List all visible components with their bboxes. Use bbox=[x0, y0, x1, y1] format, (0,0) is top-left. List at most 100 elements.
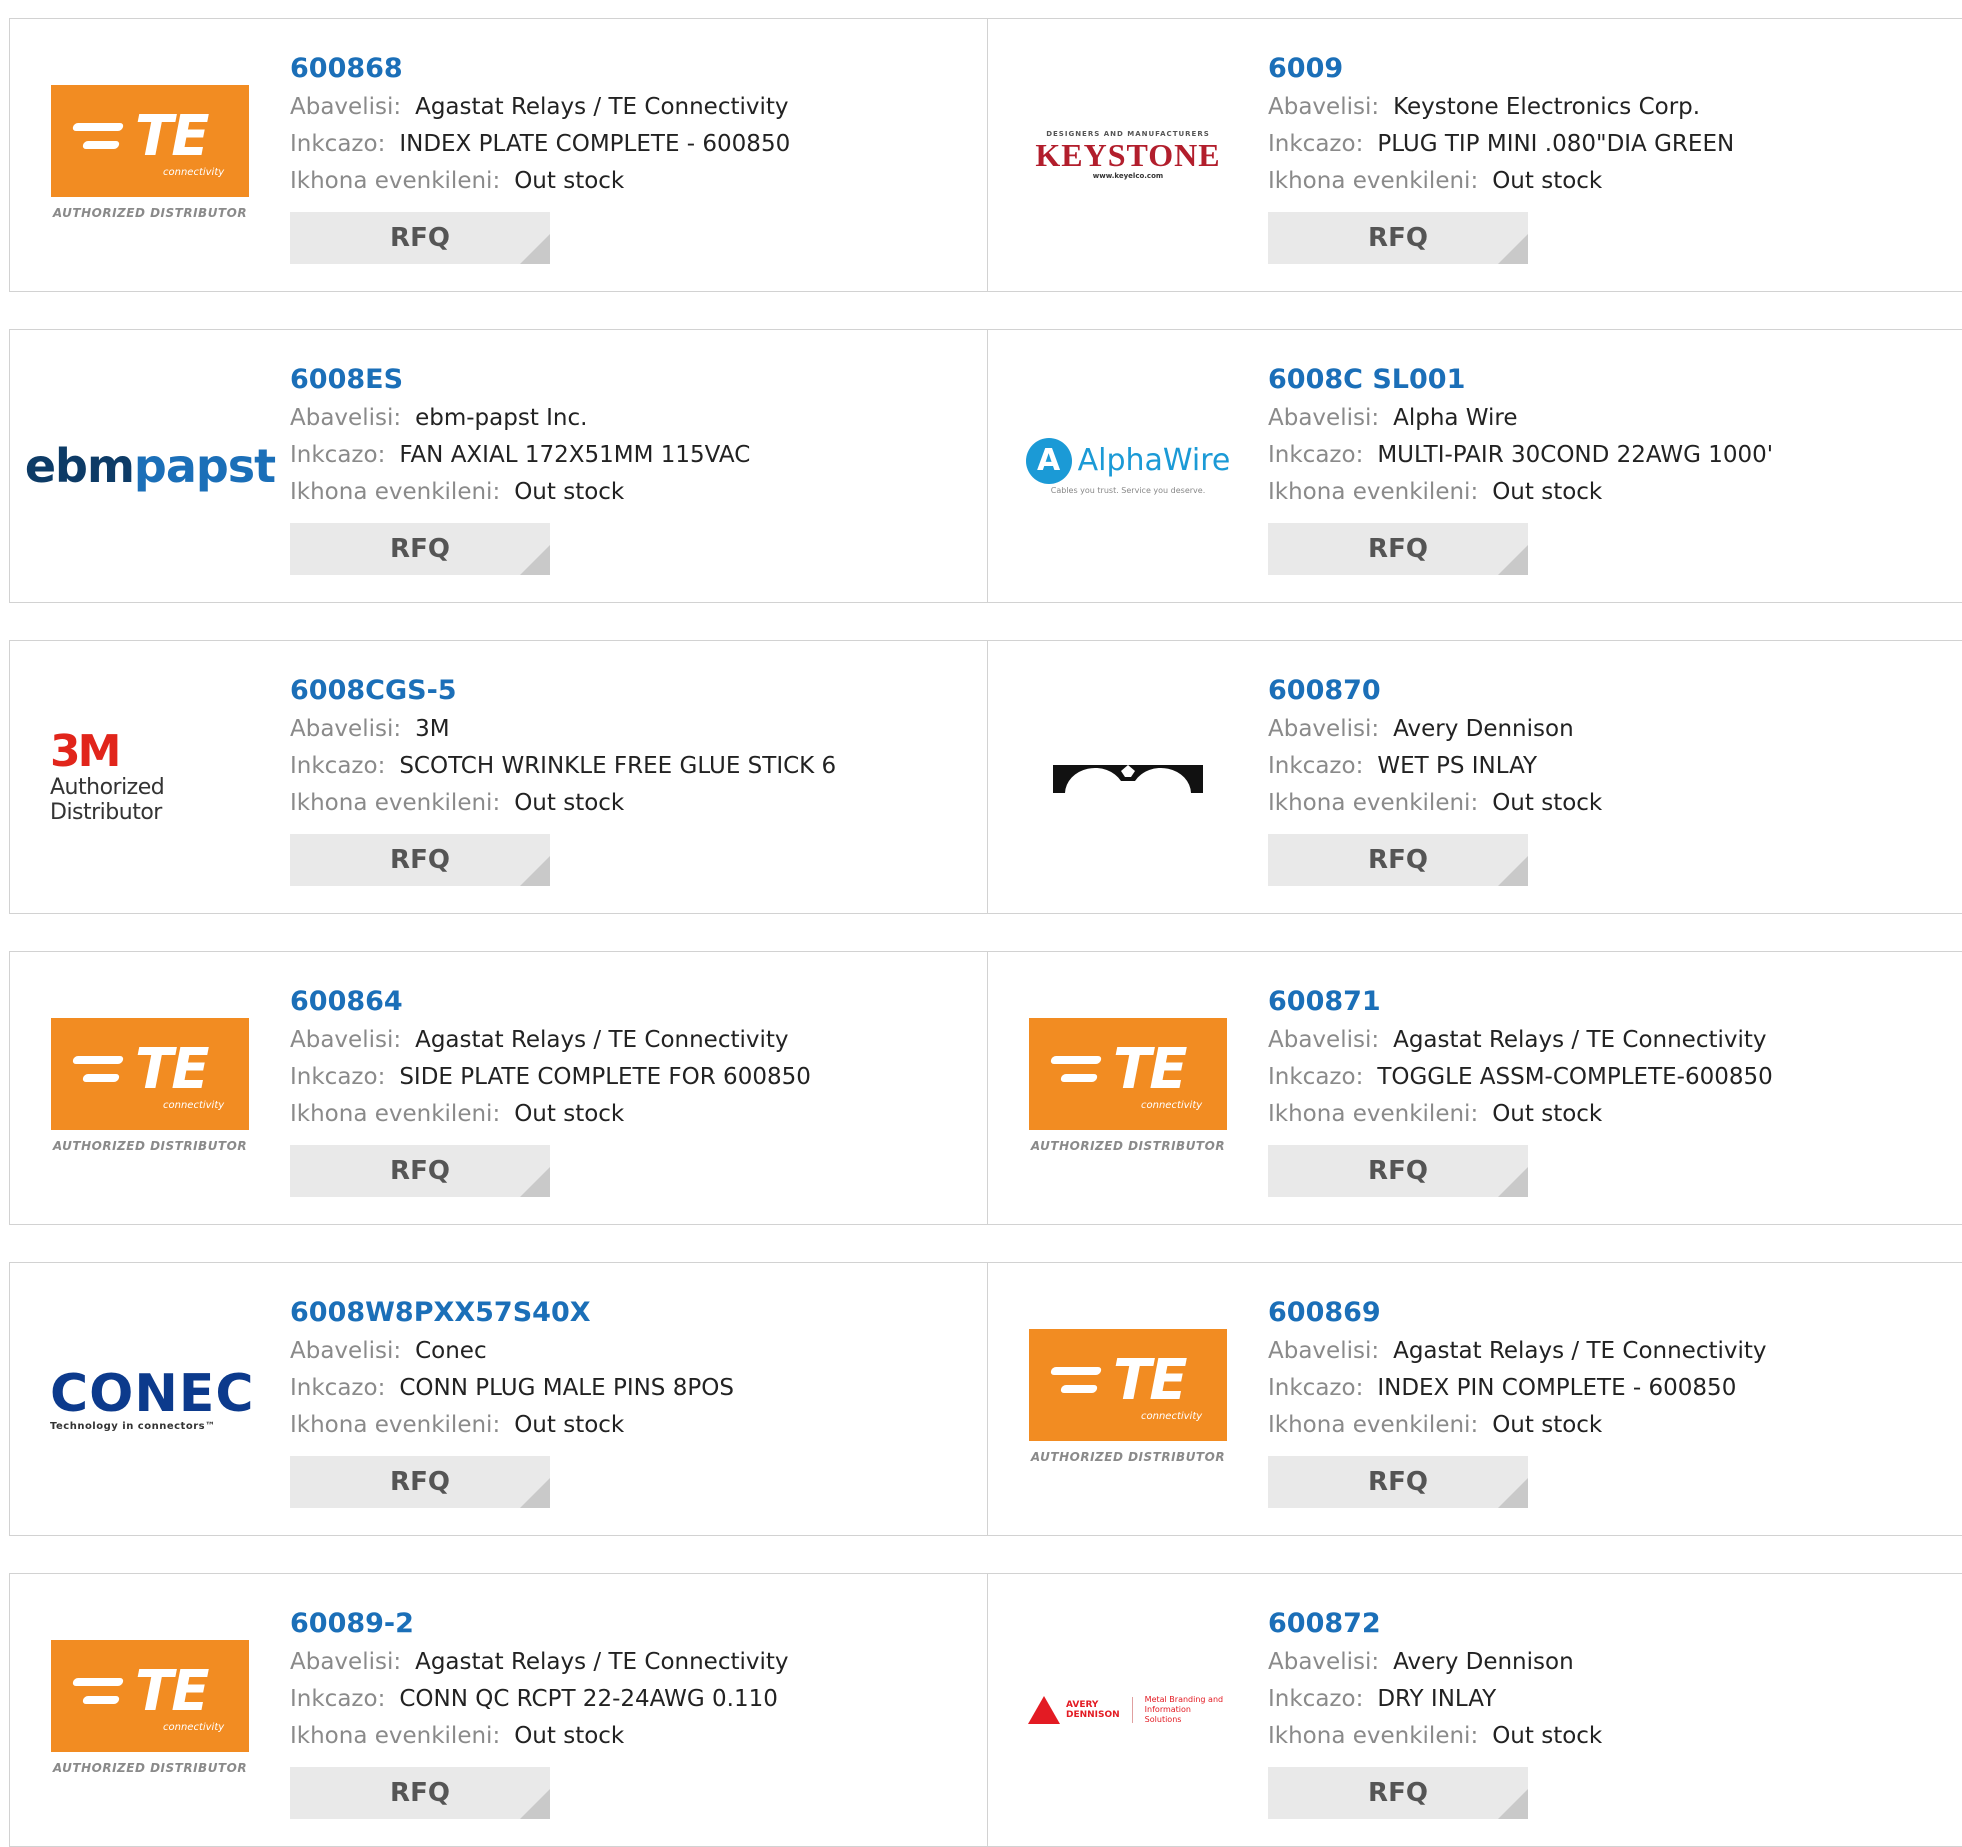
rfq-button[interactable]: RFQ bbox=[1268, 212, 1528, 264]
product-card: ebmpapst 6008ES Abavelisi: ebm-papst Inc.… bbox=[10, 330, 988, 602]
rfq-label: RFQ bbox=[390, 1467, 450, 1497]
product-row: TE connectivity AUTHORIZED DISTRIBUTOR 6… bbox=[9, 1573, 1962, 1847]
rfq-label: RFQ bbox=[1368, 1778, 1428, 1808]
description-line: Inkcazo: SIDE PLATE COMPLETE FOR 600850 bbox=[290, 1059, 967, 1096]
product-card: TE connectivity AUTHORIZED DISTRIBUTOR 6… bbox=[10, 1574, 988, 1846]
manufacturer-label: Abavelisi: bbox=[290, 1027, 402, 1053]
description-value: PLUG TIP MINI .080"DIA GREEN bbox=[1377, 131, 1735, 157]
manufacturer-label: Abavelisi: bbox=[290, 1649, 402, 1675]
description-line: Inkcazo: MULTI-PAIR 30COND 22AWG 1000' bbox=[1268, 437, 1943, 474]
description-line: Inkcazo: TOGGLE ASSM-COMPLETE-600850 bbox=[1268, 1059, 1943, 1096]
rfq-label: RFQ bbox=[390, 534, 450, 564]
rfq-label: RFQ bbox=[1368, 223, 1428, 253]
rfq-button[interactable]: RFQ bbox=[1268, 834, 1528, 886]
part-number-link[interactable]: 6008W8PXX57S40X bbox=[290, 1293, 967, 1333]
manufacturer-logo bbox=[1028, 707, 1228, 847]
manufacturer-line: Abavelisi: Agastat Relays / TE Connectivi… bbox=[290, 1644, 967, 1681]
manufacturer-line: Abavelisi: Keystone Electronics Corp. bbox=[1268, 89, 1943, 126]
rfq-button[interactable]: RFQ bbox=[1268, 1456, 1528, 1508]
description-value: TOGGLE ASSM-COMPLETE-600850 bbox=[1377, 1064, 1773, 1090]
rfq-button[interactable]: RFQ bbox=[290, 1767, 550, 1819]
stock-value: Out stock bbox=[514, 479, 625, 505]
description-label: Inkcazo: bbox=[290, 1064, 386, 1090]
corner-triangle-icon bbox=[1498, 1478, 1528, 1508]
rfq-button[interactable]: RFQ bbox=[290, 1145, 550, 1197]
description-label: Inkcazo: bbox=[290, 442, 386, 468]
description-value: INDEX PLATE COMPLETE - 600850 bbox=[399, 131, 791, 157]
manufacturer-value: Keystone Electronics Corp. bbox=[1393, 94, 1701, 120]
ebmpapst-logo: ebmpapst bbox=[24, 439, 276, 493]
stock-line: Ikhona evenkileni: Out stock bbox=[1268, 163, 1943, 200]
rfq-label: RFQ bbox=[390, 1156, 450, 1186]
part-number-link[interactable]: 6008ES bbox=[290, 360, 967, 400]
description-value: SCOTCH WRINKLE FREE GLUE STICK 6 bbox=[399, 753, 837, 779]
product-card: TE connectivity AUTHORIZED DISTRIBUTOR 6… bbox=[10, 952, 988, 1224]
manufacturer-logo: TE connectivity AUTHORIZED DISTRIBUTOR bbox=[50, 85, 250, 225]
rfq-button[interactable]: RFQ bbox=[1268, 1145, 1528, 1197]
manufacturer-value: ebm-papst Inc. bbox=[415, 405, 588, 431]
stock-line: Ikhona evenkileni: Out stock bbox=[1268, 474, 1943, 511]
rfq-button[interactable]: RFQ bbox=[290, 523, 550, 575]
part-number-link[interactable]: 600872 bbox=[1268, 1604, 1943, 1644]
rfq-label: RFQ bbox=[1368, 845, 1428, 875]
manufacturer-value: Avery Dennison bbox=[1393, 716, 1574, 742]
part-number-link[interactable]: 600864 bbox=[290, 982, 967, 1022]
manufacturer-line: Abavelisi: Agastat Relays / TE Connectivi… bbox=[1268, 1022, 1943, 1059]
manufacturer-value: 3M bbox=[415, 716, 450, 742]
description-value: FAN AXIAL 172X51MM 115VAC bbox=[399, 442, 751, 468]
rfq-label: RFQ bbox=[1368, 534, 1428, 564]
rfq-button[interactable]: RFQ bbox=[1268, 523, 1528, 575]
stock-value: Out stock bbox=[1492, 790, 1603, 816]
manufacturer-value: Agastat Relays / TE Connectivity bbox=[415, 1027, 789, 1053]
rfq-button[interactable]: RFQ bbox=[290, 834, 550, 886]
part-number-link[interactable]: 60089-2 bbox=[290, 1604, 967, 1644]
manufacturer-label: Abavelisi: bbox=[1268, 405, 1380, 431]
corner-triangle-icon bbox=[520, 1478, 550, 1508]
description-value: WET PS INLAY bbox=[1377, 753, 1538, 779]
te-connectivity-logo: TE connectivity AUTHORIZED DISTRIBUTOR bbox=[51, 1640, 249, 1780]
stock-line: Ikhona evenkileni: Out stock bbox=[290, 1718, 967, 1755]
rfq-label: RFQ bbox=[390, 1778, 450, 1808]
manufacturer-logo: 3M Authorized Distributor bbox=[50, 707, 250, 847]
stock-label: Ikhona evenkileni: bbox=[290, 1412, 501, 1438]
manufacturer-value: Agastat Relays / TE Connectivity bbox=[415, 94, 789, 120]
product-card: 600870 Abavelisi: Avery Dennison Inkcazo:… bbox=[988, 641, 1962, 913]
stock-value: Out stock bbox=[514, 1101, 625, 1127]
te-connectivity-logo: TE connectivity AUTHORIZED DISTRIBUTOR bbox=[51, 1018, 249, 1158]
part-number-link[interactable]: 600871 bbox=[1268, 982, 1943, 1022]
corner-triangle-icon bbox=[1498, 545, 1528, 575]
manufacturer-logo: CONEC Technology in connectors™ bbox=[50, 1329, 254, 1469]
stock-label: Ikhona evenkileni: bbox=[290, 168, 501, 194]
stock-line: Ikhona evenkileni: Out stock bbox=[1268, 1096, 1943, 1133]
product-card: A AlphaWire Cables you trust. Service yo… bbox=[988, 330, 1962, 602]
stock-value: Out stock bbox=[1492, 168, 1603, 194]
te-lines-icon bbox=[71, 1056, 125, 1092]
rfq-button[interactable]: RFQ bbox=[1268, 1767, 1528, 1819]
manufacturer-logo: A AlphaWire Cables you trust. Service yo… bbox=[1025, 396, 1230, 536]
product-card: 3M Authorized Distributor 6008CGS-5 Abav… bbox=[10, 641, 988, 913]
stock-line: Ikhona evenkileni: Out stock bbox=[1268, 785, 1943, 822]
part-number-link[interactable]: 6008CGS-5 bbox=[290, 671, 967, 711]
stock-value: Out stock bbox=[1492, 479, 1603, 505]
rfq-button[interactable]: RFQ bbox=[290, 212, 550, 264]
stock-line: Ikhona evenkileni: Out stock bbox=[290, 785, 967, 822]
part-number-link[interactable]: 6009 bbox=[1268, 49, 1943, 89]
manufacturer-label: Abavelisi: bbox=[290, 1338, 402, 1364]
part-number-link[interactable]: 600870 bbox=[1268, 671, 1943, 711]
stock-line: Ikhona evenkileni: Out stock bbox=[1268, 1407, 1943, 1444]
description-line: Inkcazo: INDEX PLATE COMPLETE - 600850 bbox=[290, 126, 967, 163]
alphawire-a-icon: A bbox=[1025, 437, 1072, 484]
description-line: Inkcazo: SCOTCH WRINKLE FREE GLUE STICK 6 bbox=[290, 748, 967, 785]
product-card: TE connectivity AUTHORIZED DISTRIBUTOR 6… bbox=[10, 19, 988, 291]
part-number-link[interactable]: 600868 bbox=[290, 49, 967, 89]
rfq-label: RFQ bbox=[1368, 1467, 1428, 1497]
part-number-link[interactable]: 6008C SL001 bbox=[1268, 360, 1943, 400]
product-card: TE connectivity AUTHORIZED DISTRIBUTOR 6… bbox=[988, 952, 1962, 1224]
stock-label: Ikhona evenkileni: bbox=[1268, 790, 1479, 816]
stock-label: Ikhona evenkileni: bbox=[1268, 479, 1479, 505]
manufacturer-logo: TE connectivity AUTHORIZED DISTRIBUTOR bbox=[50, 1640, 250, 1780]
manufacturer-logo: ebmpapst bbox=[25, 396, 276, 536]
rfq-button[interactable]: RFQ bbox=[290, 1456, 550, 1508]
part-number-link[interactable]: 600869 bbox=[1268, 1293, 1943, 1333]
stock-label: Ikhona evenkileni: bbox=[290, 479, 501, 505]
